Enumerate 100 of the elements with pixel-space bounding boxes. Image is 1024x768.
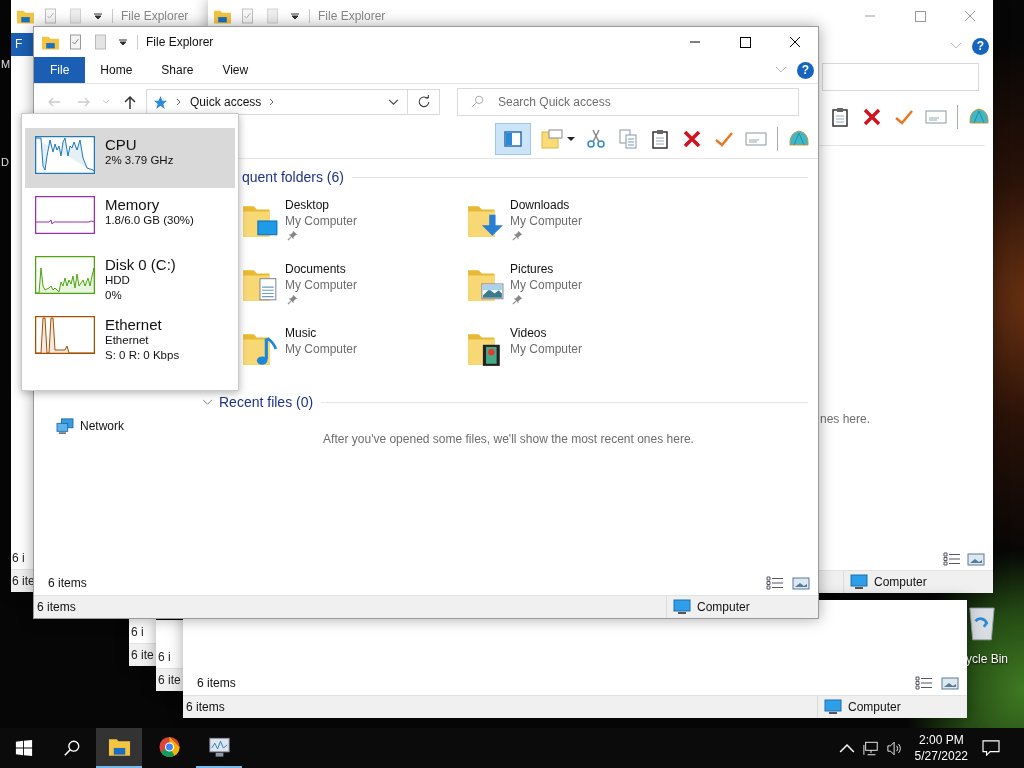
folder-item[interactable]: Desktop My Computer [241,198,466,252]
performance-item[interactable]: Disk 0 (C:) HDD 0% [25,248,235,308]
computer-icon [824,699,842,715]
status-bar: 6 ite [156,668,183,691]
delete-icon[interactable] [861,107,883,127]
folder-icon[interactable] [17,8,34,24]
ribbon-tab[interactable]: Home [85,57,147,83]
performance-detail: 0% [105,288,123,303]
dropdown-icon[interactable] [388,98,399,106]
chevron-right-icon[interactable] [269,98,276,106]
folder-name: Desktop [285,198,331,212]
pin-icon[interactable] [512,294,523,305]
folder-item[interactable]: Music My Computer [241,326,466,380]
empty-message: After you've opened some files, we'll show the most recent ones here. [323,432,694,446]
preview-pane-button[interactable] [495,123,531,155]
usage-graph [35,256,95,294]
folder-item[interactable]: Pictures My Computer [466,262,691,316]
chevron-down-icon[interactable] [202,398,213,406]
usage-graph [35,316,95,354]
navigation-label: Network [80,419,124,433]
folder-item[interactable]: Videos My Computer [466,326,691,380]
ribbon-tab[interactable]: View [207,57,263,83]
shell-icon[interactable] [788,129,810,149]
ribbon-tab[interactable]: Share [146,57,208,83]
status-item-count: 6 items [186,700,225,714]
caret-icon[interactable] [567,136,575,142]
recycle-bin-label[interactable]: ycle Bin [966,652,1009,666]
performance-item[interactable]: Ethernet Ethernet S: 0 R: 0 Kbps [25,308,235,368]
clipped-tab[interactable]: F [11,33,33,56]
details-view-icon[interactable] [915,676,933,690]
status-bar: 6 ite [129,643,156,666]
folder-location: My Computer [285,342,358,356]
breadcrumb-item[interactable]: Quick access [190,95,262,109]
large-icons-view-icon[interactable] [792,576,810,590]
section-heading[interactable]: quent folders (6) [242,169,344,185]
windows-logo-icon[interactable] [15,739,33,757]
large-icons-view-icon[interactable] [941,676,959,690]
notification-icon[interactable] [982,740,1000,756]
monitor-graph-icon [207,736,231,758]
folder-name: Documents [285,262,347,276]
shell-icon[interactable] [968,107,990,127]
taskbar-button[interactable] [96,728,142,768]
details-view-icon[interactable] [766,576,784,590]
refresh-icon[interactable] [416,95,431,109]
help-button[interactable]: ? [972,37,989,55]
section-heading[interactable]: Recent files (0) [219,394,314,410]
refresh-button[interactable] [408,89,440,115]
performance-detail: S: 0 R: 0 Kbps [105,348,180,363]
scissors-icon[interactable] [585,129,607,149]
help-button[interactable]: ? [797,61,814,79]
search-field[interactable] [822,63,979,91]
item-count: 6 i [157,649,172,666]
clock[interactable]: 2:00 PM 5/27/2022 [914,732,968,764]
clipboard-icon[interactable] [829,107,851,127]
item-count: 6 items [197,676,236,690]
clock-date: 5/27/2022 [914,748,968,764]
folder-icon[interactable] [42,34,59,50]
delete-icon[interactable] [681,129,703,149]
chevron-right-icon[interactable] [176,98,182,106]
empty-message: nes here. [819,412,872,426]
preview-pane-icon[interactable] [502,129,524,149]
pin-icon[interactable] [287,294,298,305]
details-view-icon[interactable] [943,552,961,566]
performance-item[interactable]: CPU 2% 3.79 GHz [25,128,235,188]
properties-icon[interactable] [67,34,84,50]
performance-detail: HDD [105,273,131,288]
desktop-icon-label[interactable]: D [1,156,9,168]
search-field[interactable]: Search Quick access [457,88,799,116]
folder-location: My Computer [285,278,358,292]
folder-item[interactable]: Downloads My Computer [466,198,691,252]
navigation-item[interactable]: Network [34,415,199,437]
large-icons-view-icon[interactable] [967,552,985,566]
usage-graph [35,136,95,174]
folder-name: Videos [510,326,548,340]
performance-item[interactable]: Memory 1.8/6.0 GB (30%) [25,188,235,248]
up-arrow-icon[interactable] [122,94,138,110]
desktop-icon-label[interactable]: M [1,58,11,70]
caret-icon[interactable] [119,38,127,46]
caret-icon[interactable] [94,12,102,20]
folder-location: My Computer [285,214,358,228]
caret-icon[interactable] [291,12,299,20]
folder-item[interactable]: Documents My Computer [241,262,466,316]
file-menu-tab[interactable]: File [34,57,86,83]
computer-icon [673,599,691,615]
network-icon[interactable] [862,740,879,756]
performance-detail: 2% 3.79 GHz [105,153,174,168]
performance-label: Ethernet [105,316,163,333]
speaker-icon[interactable] [886,740,903,756]
folder-name: Downloads [510,198,571,212]
search-icon[interactable] [63,739,81,757]
clipboard-icon[interactable] [649,129,671,149]
performance-detail: 1.8/6.0 GB (30%) [105,213,194,228]
folder-name: Music [285,326,318,340]
folder-location: My Computer [510,214,583,228]
recycle-bin-icon[interactable] [968,604,996,642]
browser-icon [157,736,181,758]
folder-icon[interactable] [214,8,231,24]
pin-icon[interactable] [512,230,523,241]
pin-icon[interactable] [287,230,298,241]
computer-icon [850,574,868,590]
